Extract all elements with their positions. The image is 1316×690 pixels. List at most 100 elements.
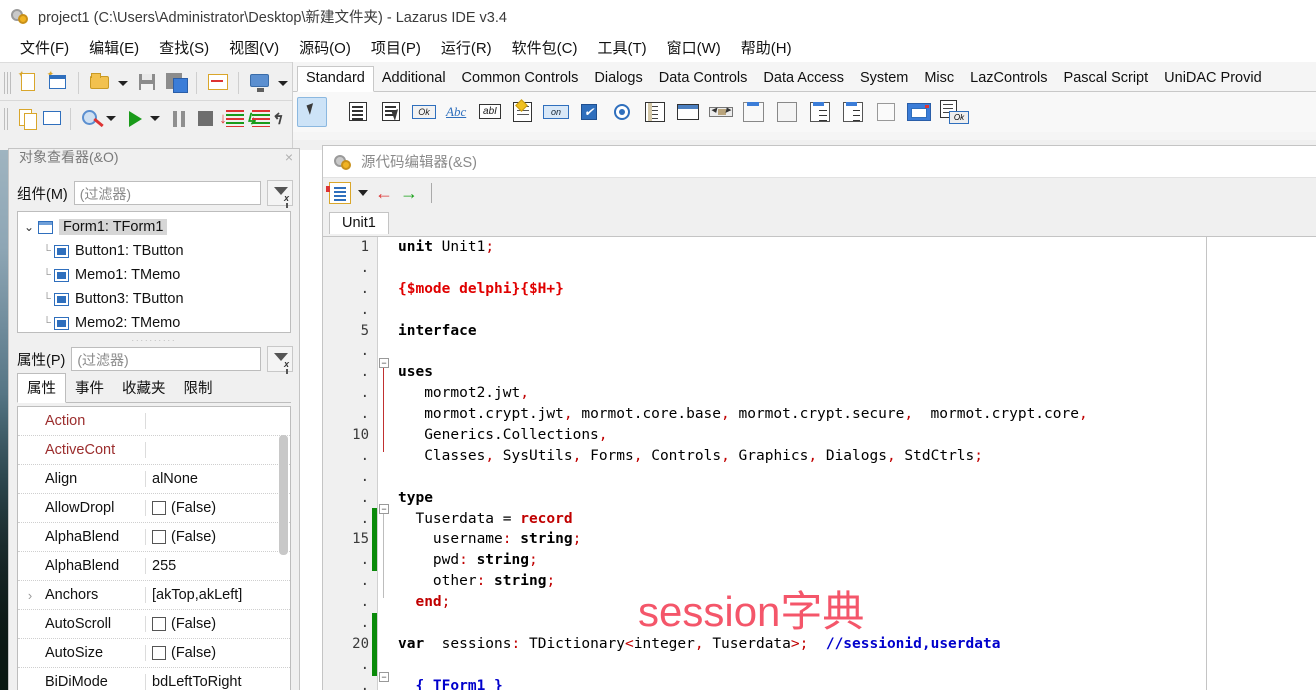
property-row[interactable]: ActiveCont <box>18 436 290 465</box>
tactionlist-component[interactable]: Ok <box>937 97 969 127</box>
tmemo-component[interactable] <box>508 97 538 127</box>
oi-tab-2[interactable]: 收藏夹 <box>113 374 175 402</box>
property-value[interactable]: (False) <box>146 645 290 661</box>
tedit-component[interactable]: abI <box>475 97 505 127</box>
step-out-button[interactable]: ↰ <box>268 106 290 132</box>
property-row[interactable]: AlphaBlend 255 <box>18 552 290 581</box>
ttogglebox-component[interactable]: on <box>541 97 571 127</box>
menu-item-9[interactable]: 窗口(W) <box>657 35 731 60</box>
property-row[interactable]: AutoSize (False) <box>18 639 290 668</box>
save-button[interactable] <box>134 70 159 96</box>
menu-item-2[interactable]: 查找(S) <box>149 35 219 60</box>
stop-button[interactable] <box>192 106 214 132</box>
step-over-button[interactable]: ↓ <box>217 106 245 132</box>
checkbox-icon[interactable] <box>152 501 166 515</box>
tframe-component[interactable] <box>904 97 934 127</box>
palette-tab-system[interactable]: System <box>852 67 916 91</box>
menu-item-10[interactable]: 帮助(H) <box>731 35 802 60</box>
tpanel-component[interactable] <box>772 97 802 127</box>
tradiobutton-component[interactable] <box>607 97 637 127</box>
pause-button[interactable] <box>166 106 188 132</box>
tree-item-button3[interactable]: └ Button3: TButton <box>18 287 290 311</box>
components-filter-input[interactable]: (过滤器) <box>73 181 261 205</box>
palette-tab-misc[interactable]: Misc <box>916 67 962 91</box>
build-button[interactable] <box>79 106 101 132</box>
palette-tab-additional[interactable]: Additional <box>374 67 454 91</box>
property-expander[interactable]: › <box>18 588 42 603</box>
arrow-right-icon[interactable]: → <box>400 184 418 202</box>
tlistbox-component[interactable] <box>640 97 670 127</box>
code-folding-column[interactable]: − − − <box>378 237 392 690</box>
view-dropdown-button[interactable] <box>277 80 288 86</box>
property-value[interactable]: bdLeftToRight <box>146 674 290 690</box>
tradiogroup-component[interactable] <box>805 97 835 127</box>
tcombobox-component[interactable] <box>673 97 703 127</box>
palette-tab-pascal-script[interactable]: Pascal Script <box>1056 67 1157 91</box>
expand-toggle-icon[interactable]: ⌄ <box>24 220 38 234</box>
property-row[interactable]: › Anchors [akTop,akLeft] <box>18 581 290 610</box>
checkbox-icon[interactable] <box>152 617 166 631</box>
toolbar-grip[interactable] <box>4 72 11 94</box>
view-window-button[interactable] <box>40 106 62 132</box>
save-all-button[interactable] <box>163 70 188 96</box>
menu-item-8[interactable]: 工具(T) <box>587 35 656 60</box>
oi-tab-1[interactable]: 事件 <box>66 374 113 402</box>
open-file-button[interactable] <box>87 70 112 96</box>
oi-tab-3[interactable]: 限制 <box>175 374 222 402</box>
open-dropdown-button[interactable] <box>117 80 128 86</box>
menu-item-6[interactable]: 运行(R) <box>431 35 502 60</box>
property-row[interactable]: AutoScroll (False) <box>18 610 290 639</box>
property-value[interactable]: [akTop,akLeft] <box>146 587 290 603</box>
oi-tab-0[interactable]: 属性 <box>17 373 66 403</box>
menu-item-5[interactable]: 项目(P) <box>361 35 431 60</box>
menu-item-7[interactable]: 软件包(C) <box>502 35 588 60</box>
property-row[interactable]: AllowDropl (False) <box>18 494 290 523</box>
run-button[interactable] <box>122 106 144 132</box>
select-pointer-tool[interactable] <box>297 97 327 127</box>
run-dropdown-button[interactable] <box>150 116 161 121</box>
menu-item-4[interactable]: 源码(O) <box>289 35 361 60</box>
palette-tab-standard[interactable]: Standard <box>297 66 374 92</box>
tpanel-plain-component[interactable] <box>871 97 901 127</box>
menu-item-0[interactable]: 文件(F) <box>10 35 79 60</box>
tree-item-form1[interactable]: ⌄ Form1: TForm1 <box>18 215 290 239</box>
palette-tab-unidac-provid[interactable]: UniDAC Provid <box>1156 67 1270 91</box>
arrow-left-icon[interactable]: ← <box>375 184 393 202</box>
toggle-form-unit-button[interactable] <box>205 70 230 96</box>
chevron-down-icon[interactable] <box>358 190 368 196</box>
checkbox-icon[interactable] <box>152 530 166 544</box>
step-into-button[interactable]: ↳ <box>243 106 270 132</box>
properties-filter-input[interactable]: (过滤器) <box>71 347 261 371</box>
components-filter-clear-button[interactable]: x <box>267 180 293 208</box>
palette-tab-data-access[interactable]: Data Access <box>755 67 852 91</box>
palette-tab-data-controls[interactable]: Data Controls <box>651 67 756 91</box>
tpopupmenu-component[interactable] <box>376 97 406 127</box>
toolbar-grip-2[interactable] <box>4 107 10 130</box>
tree-resize-handle[interactable]: .......... <box>9 333 299 343</box>
tmainmenu-component[interactable] <box>343 97 373 127</box>
properties-scrollbar[interactable] <box>279 435 288 555</box>
close-icon[interactable]: × <box>285 149 293 165</box>
property-value[interactable]: (False) <box>146 529 290 545</box>
property-row[interactable]: Align alNone <box>18 465 290 494</box>
menu-item-1[interactable]: 编辑(E) <box>79 35 149 60</box>
palette-tab-lazcontrols[interactable]: LazControls <box>962 67 1055 91</box>
property-value[interactable]: alNone <box>146 471 290 487</box>
tree-item-memo1[interactable]: └ Memo1: TMemo <box>18 263 290 287</box>
property-row[interactable]: AlphaBlend (False) <box>18 523 290 552</box>
palette-tab-dialogs[interactable]: Dialogs <box>586 67 650 91</box>
properties-filter-clear-button[interactable]: x <box>267 346 293 374</box>
tgroupbox-component[interactable] <box>739 97 769 127</box>
tree-item-button1[interactable]: └ Button1: TButton <box>18 239 290 263</box>
tcheckgroup-component[interactable] <box>838 97 868 127</box>
tscrollbar-component[interactable] <box>706 97 736 127</box>
view-forms-button[interactable] <box>15 106 37 132</box>
new-file-button[interactable]: ✦ <box>16 70 41 96</box>
new-form-button[interactable]: ✦ <box>45 70 70 96</box>
palette-tab-common-controls[interactable]: Common Controls <box>454 67 587 91</box>
view-units-button[interactable] <box>247 70 272 96</box>
property-value[interactable]: (False) <box>146 616 290 632</box>
tbutton-component[interactable]: Ok <box>409 97 439 127</box>
tree-item-memo2[interactable]: └ Memo2: TMemo <box>18 311 290 332</box>
build-dropdown-button[interactable] <box>106 116 117 121</box>
